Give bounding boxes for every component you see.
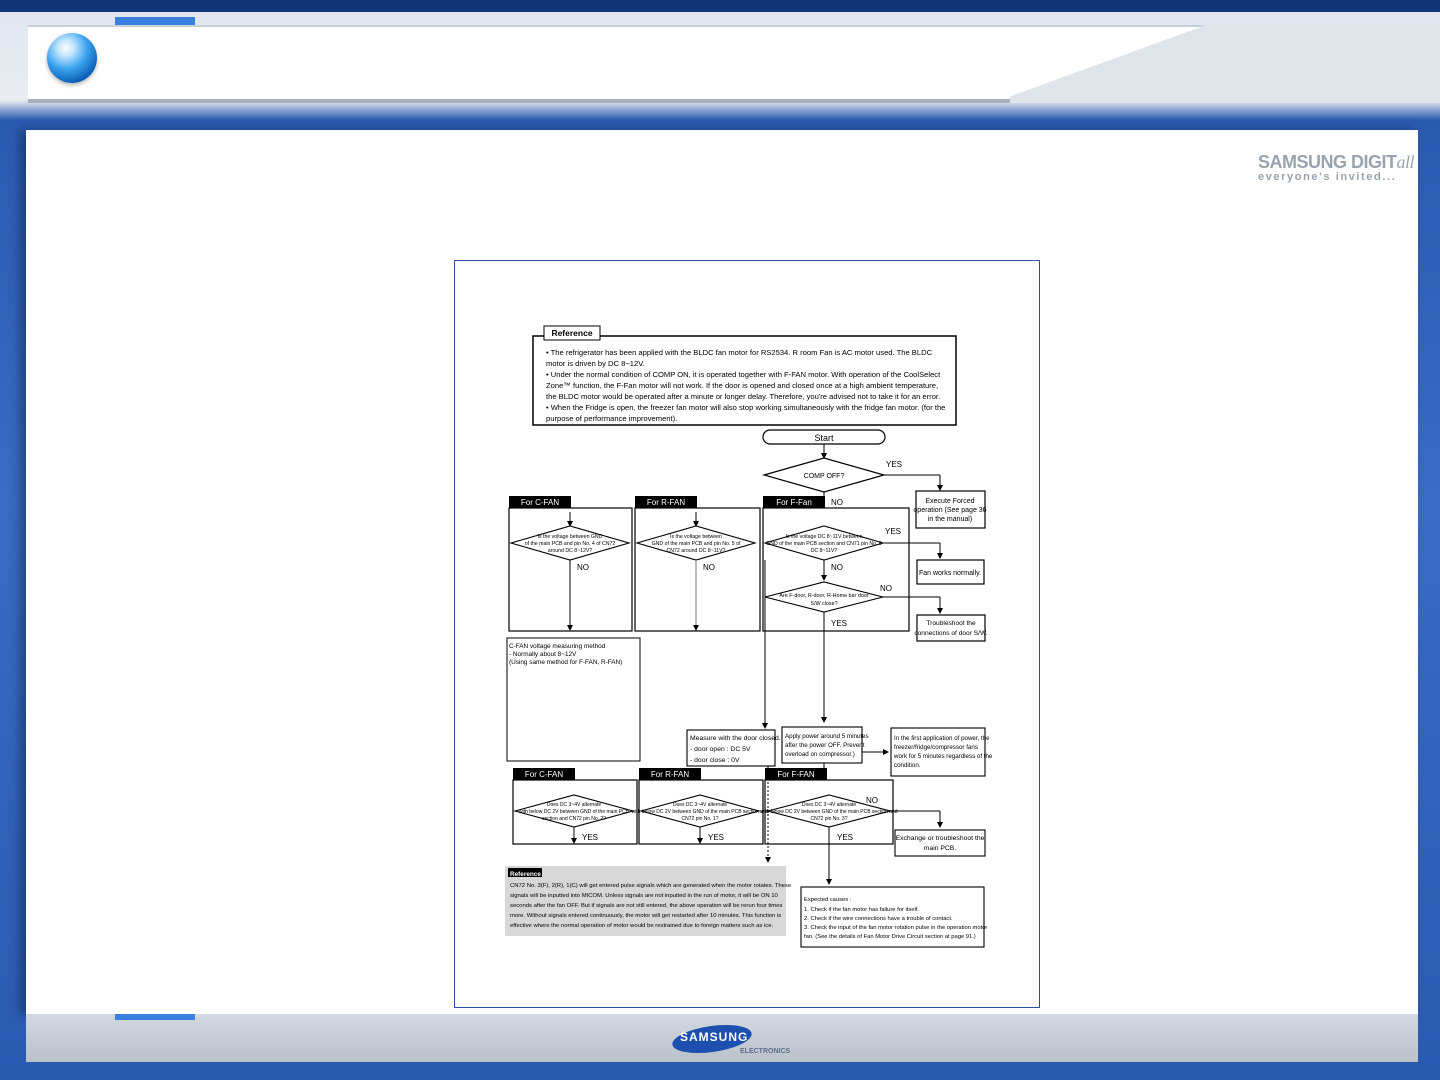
exchange-text: main PCB. [924,845,957,852]
rfan2-question: Does DC 3~4V alternate [673,802,728,808]
no-label: NO [703,563,715,572]
no-label: NO [880,584,892,593]
reference-line: the BLDC motor would be operated after a… [546,392,940,401]
no-label: NO [831,563,843,572]
measure-closed-text: Measure with the door closed. [690,735,781,742]
measure-note-text: - Normally about 8~12V [509,651,577,658]
cfan2-question: section and CN72 pin No. 2? [542,816,606,822]
yes-label: YES [886,460,902,469]
reference-2-title: Reference [510,871,541,878]
footer-accent-bar [115,1014,195,1020]
yes-label: YES [831,619,847,628]
flowchart: Reference • The refrigerator has been ap… [506,325,993,948]
ffan-question: DC 8~11V? [811,548,838,554]
ffan2-question: CN72 pin No. 3? [811,816,848,822]
comp-off-label: COMP OFF? [804,473,845,480]
yes-label: YES [708,833,724,842]
expected-causes-text: Expected causes : [804,897,852,903]
exchange-text: Exchange or troubleshoot the [896,835,985,842]
execute-forced-text: in the manual) [928,516,972,523]
reference-line: purpose of performance improvement). [546,414,677,423]
execute-forced-text: Execute Forced [925,498,974,505]
expected-causes-text: 2. Check if the wire connections have a … [804,916,953,922]
reference-title: Reference [551,328,592,338]
rfan-question: Is the voltage between [670,534,722,540]
yes-label: YES [582,833,598,842]
reference-2-text: effective where the normal operation of … [510,923,774,929]
troubleshoot-door-box [916,614,986,642]
first-application-text: condition. [894,762,921,769]
cfan-question: Is the voltage between GND [538,534,603,540]
reference-2-text: more. Without signals entered continuous… [510,913,781,919]
expected-causes-text: 1. Check if the fan motor has failure fo… [804,907,919,913]
execute-forced-text: operation (See page 36 [913,507,986,514]
rfan2-question: with below DC 2V between GND of the main… [631,809,768,815]
ffan-question: Is the voltage DC 8~11V between [785,534,862,540]
reference-2-text: signals will be inputted into MICOM. Unl… [510,893,779,899]
expected-causes-text: fan. (See the details of Fan Motor Drive… [804,934,976,940]
ffan-question: GND of the main PCB section and CN71 pin… [766,541,882,547]
cfan-question: of the main PCB and pin No. 4 of CN72 [525,541,616,547]
no-label: NO [866,796,878,805]
measure-closed-text: - door close : 0V [690,757,740,764]
start-label: Start [814,433,834,443]
footer-logo-text: SAMSUNG [680,1030,749,1044]
no-label: NO [577,563,589,572]
apply-power-text: overload on compressor.) [785,751,855,758]
reference-line: • The refrigerator has been applied with… [546,348,933,357]
rfan2-tab-label: For R-FAN [651,770,689,779]
measure-note-text: C-FAN voltage measuring method [509,643,606,650]
ffan2-question: with below DC 2V between GND of the main… [760,809,897,815]
cfan2-tab-label: For C-FAN [525,770,563,779]
cfan2-question: with below DC 2V between GND of the main… [519,809,630,815]
rfan-tab-label: For R-FAN [647,498,685,507]
ffan2-question: Does DC 3~4V alternate [802,802,857,808]
exchange-box [894,829,986,857]
reference-line: Zone™ function, the F-Fan motor will not… [546,381,938,390]
reference-line: • When the Fridge is open, the freezer f… [546,403,945,412]
cfan-question: around DC 8~12V? [548,548,593,554]
door-question: S/W close? [810,601,837,607]
ffan2-tab-label: For F-FAN [777,770,815,779]
apply-power-text: Apply power around 5 minutes [785,733,869,740]
first-application-text: work for 5 minutes regardless of the [893,753,993,760]
measure-note-text: (Using same method for F-FAN, R-FAN) [509,659,622,666]
door-question: Are F-door, R-door, R-Home bar door [779,593,868,599]
reference-2-text: CN72 No. 3(F), 2(R), 1(C) will get enter… [510,883,792,889]
expected-causes-text: 3. Check the input of the fan motor rota… [804,925,987,931]
cfan-tab-label: For C-FAN [521,498,559,507]
reference-line: • Under the normal condition of COMP ON,… [546,370,941,379]
cfan2-question: Does DC 3~4V alternate [547,802,602,808]
first-application-text: freezer/fridge/compressor fans [894,744,978,751]
ffan-tab-label: For F-Fan [776,498,812,507]
apply-power-text: after the power OFF. Prevent [785,742,865,749]
no-label: NO [831,498,843,507]
reference-2-text: seconds after the fan OFF. But if signal… [510,903,782,909]
footer-logo-sub: ELECTRONICS [740,1048,791,1055]
measure-closed-text: - door open : DC 5V [690,746,751,753]
fan-works-text: Fan works normally. [919,570,981,577]
reference-line: motor is driven by DC 8~12V. [546,359,645,368]
yes-label: YES [837,833,853,842]
rfan-question: GND of the main PCB and pin No. 5 of [652,541,741,547]
troubleshoot-door-text: connections of door S/W. [914,630,987,637]
troubleshoot-door-text: Troubleshoot the [926,620,976,627]
yes-label: YES [885,527,901,536]
rfan-question: CN72 around DC 8~11V? [667,548,726,554]
first-application-text: In the first application of power, the [894,735,990,742]
rfan2-question: CN72 pin No. 1? [682,816,719,822]
